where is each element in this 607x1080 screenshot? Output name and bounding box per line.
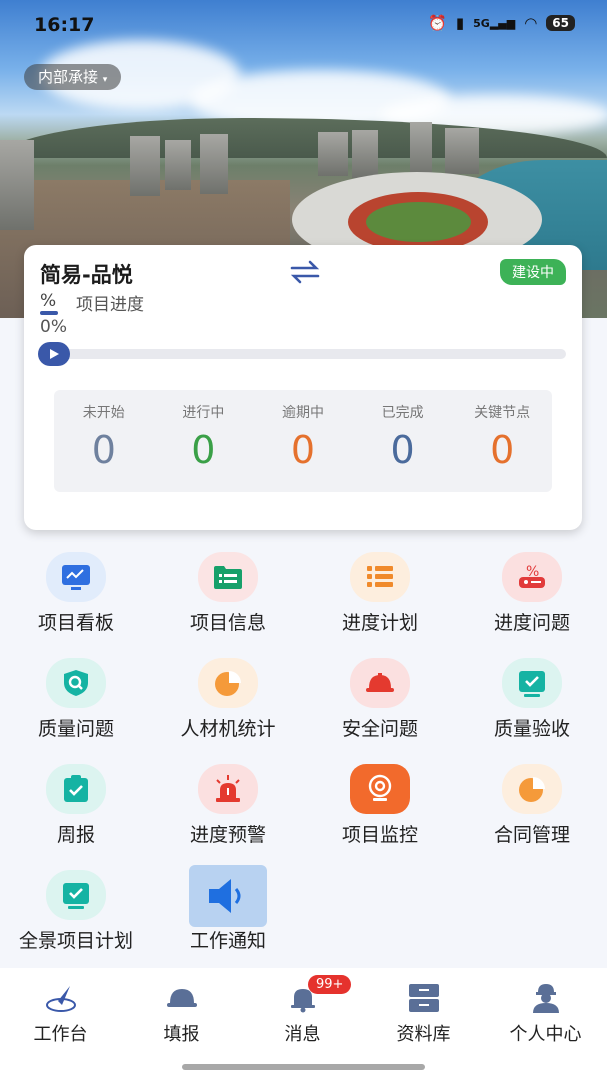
hard-hat-icon — [121, 982, 242, 1014]
stats-panel: 未开始 0 进行中 0 逾期中 0 已完成 0 关键节点 0 — [54, 390, 552, 492]
menu-item-project-board[interactable]: 项目看板 — [0, 548, 152, 648]
network-label: 5G — [473, 16, 490, 30]
nav-label: 个人中心 — [509, 1024, 582, 1045]
mini-progress-bar — [40, 311, 58, 315]
project-card: 简易-品悦 建设中 % 项目进度 0% 未开始 0 进行中 0 逾期中 0 已完… — [24, 245, 582, 530]
menu-item-work-notice[interactable]: 工作通知 — [152, 865, 304, 966]
nav-library[interactable]: 资料库 — [363, 982, 484, 1046]
nav-report[interactable]: 填报 — [121, 982, 242, 1046]
menu-item-quality-issue[interactable]: 质量问题 — [0, 654, 152, 754]
nav-label: 工作台 — [33, 1024, 88, 1045]
progress-track — [40, 349, 566, 359]
org-selector[interactable]: 内部承接 ▾ — [24, 64, 122, 90]
home-indicator[interactable] — [182, 1064, 425, 1070]
menu-label: 项目信息 — [189, 612, 266, 634]
menu-item-weekly-report[interactable]: 周报 — [0, 760, 152, 860]
stat-label: 逾期中 — [281, 405, 324, 421]
menu-item-project-monitor[interactable]: 项目监控 — [304, 760, 456, 860]
menu-label: 人材机统计 — [180, 718, 276, 740]
stat-key-nodes[interactable]: 关键节点 0 — [452, 390, 552, 492]
stat-in-progress[interactable]: 进行中 0 — [154, 390, 254, 492]
stat-not-started[interactable]: 未开始 0 — [54, 390, 154, 492]
menu-label: 质量验收 — [493, 718, 570, 740]
nav-label: 消息 — [284, 1024, 321, 1045]
alarm-icon: ⏰ — [428, 14, 447, 32]
menu-label: 进度问题 — [493, 612, 570, 634]
menu-label: 工作通知 — [189, 930, 266, 952]
menu-item-contract-management[interactable]: 合同管理 — [456, 760, 607, 860]
stat-label: 未开始 — [82, 405, 125, 421]
menu-item-panorama-plan[interactable]: 全景项目计划 — [0, 866, 152, 966]
menu-item-project-info[interactable]: 项目信息 — [152, 548, 304, 648]
user-icon — [485, 982, 606, 1014]
signal-icon: 5G▂▄▆ — [473, 16, 516, 30]
project-name: 简易-品悦 — [40, 263, 133, 287]
stat-value: 0 — [490, 428, 515, 472]
stat-value: 0 — [390, 428, 415, 472]
check-screen-icon — [46, 870, 106, 920]
menu-label: 全景项目计划 — [18, 930, 133, 952]
dropdown-arrow-icon: ▾ — [102, 75, 108, 85]
check-screen-icon — [502, 658, 562, 708]
percent-symbol: % — [40, 291, 57, 311]
list-icon — [350, 552, 410, 602]
stat-overdue[interactable]: 逾期中 0 — [253, 390, 353, 492]
status-bar: 16:17 ⏰ ▮ 5G▂▄▆ ◠ 65 — [0, 0, 607, 52]
switch-project-icon[interactable] — [288, 259, 322, 285]
menu-item-schedule-issue[interactable]: % 进度问题 — [456, 548, 607, 648]
hard-hat-icon — [350, 658, 410, 708]
progress-label: 项目进度 — [76, 295, 144, 315]
org-selector-label: 内部承接 — [38, 68, 99, 86]
stat-label: 进行中 — [182, 405, 225, 421]
menu-label: 质量问题 — [37, 718, 114, 740]
stat-completed[interactable]: 已完成 0 — [353, 390, 453, 492]
nav-label: 资料库 — [396, 1024, 451, 1045]
database-icon — [363, 982, 484, 1014]
stat-value: 0 — [191, 428, 216, 472]
stat-label: 关键节点 — [474, 405, 531, 421]
menu-label: 项目监控 — [341, 824, 418, 846]
menu-item-resource-stats[interactable]: 人材机统计 — [152, 654, 304, 754]
monitor-chart-icon — [46, 552, 106, 602]
menu-item-safety-issue[interactable]: 安全问题 — [304, 654, 456, 754]
battery-icon: 65 — [546, 15, 575, 31]
stat-value: 0 — [290, 428, 316, 472]
shield-search-icon — [46, 658, 106, 708]
progress-issue-icon: % — [502, 552, 562, 602]
stat-value: 0 — [91, 428, 116, 472]
folder-list-icon — [198, 552, 258, 602]
speaker-icon — [189, 865, 267, 927]
menu-label: 项目看板 — [37, 612, 114, 634]
status-time: 16:17 — [34, 14, 95, 36]
nav-label: 填报 — [163, 1024, 200, 1045]
nav-profile[interactable]: 个人中心 — [485, 982, 606, 1046]
menu-label: 合同管理 — [493, 824, 570, 846]
svg-text:%: % — [526, 564, 539, 580]
camera-icon — [350, 764, 410, 814]
progress-knob — [38, 342, 70, 366]
menu-label: 周报 — [56, 824, 95, 846]
wifi-icon: ◠ — [524, 14, 538, 32]
compass-icon — [0, 982, 121, 1014]
stat-label: 已完成 — [381, 405, 424, 421]
nav-workbench[interactable]: 工作台 — [0, 982, 121, 1046]
pie-chart-icon — [502, 764, 562, 814]
alarm-light-icon — [198, 764, 258, 814]
menu-item-schedule-warning[interactable]: 进度预警 — [152, 760, 304, 860]
status-badge: 建设中 — [500, 259, 566, 285]
nav-messages[interactable]: 99+ 消息 — [242, 975, 363, 1046]
menu-label: 安全问题 — [341, 718, 418, 740]
menu-label: 进度预警 — [189, 824, 266, 846]
clipboard-check-icon — [46, 764, 106, 814]
unread-badge: 99+ — [308, 975, 352, 994]
menu-item-schedule-plan[interactable]: 进度计划 — [304, 548, 456, 648]
menu-label: 进度计划 — [341, 612, 418, 634]
pie-chart-icon — [198, 658, 258, 708]
progress-value: 0% — [40, 317, 67, 337]
vibrate-icon: ▮ — [455, 14, 465, 32]
menu-item-quality-acceptance[interactable]: 质量验收 — [456, 654, 607, 754]
